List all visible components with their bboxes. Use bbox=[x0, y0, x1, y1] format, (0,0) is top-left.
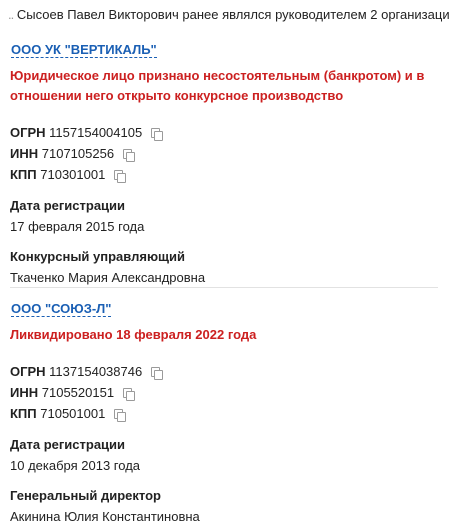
org-status: Ликвидировано 18 февраля 2022 года bbox=[10, 327, 257, 342]
ogrn-label: ОГРН bbox=[10, 125, 46, 140]
org-codes: ОГРН 1137154038746 ИНН 7105520151 КПП 71… bbox=[10, 361, 440, 424]
registration-date-label: Дата регистрации bbox=[10, 437, 126, 452]
org-divider bbox=[10, 287, 438, 288]
inn-value: 7105520151 bbox=[41, 385, 115, 400]
copy-icon[interactable] bbox=[122, 149, 135, 162]
kpp-value: 710301001 bbox=[40, 167, 106, 182]
copy-icon[interactable] bbox=[113, 409, 126, 422]
ogrn-label: ОГРН bbox=[10, 364, 46, 379]
org-name-link[interactable]: ООО "СОЮЗ-Л" bbox=[11, 301, 112, 317]
ogrn-row: ОГРН 1137154038746 bbox=[10, 361, 440, 382]
copy-icon[interactable] bbox=[122, 388, 135, 401]
org-name-link[interactable]: ООО УК "ВЕРТИКАЛЬ" bbox=[11, 42, 157, 58]
inn-row: ИНН 7105520151 bbox=[10, 382, 440, 403]
manager-name: Ткаченко Мария Александровна bbox=[10, 270, 206, 285]
ogrn-row: ОГРН 1157154004105 bbox=[10, 122, 440, 143]
inn-label: ИНН bbox=[10, 146, 39, 161]
org-codes: ОГРН 1157154004105 ИНН 7107105256 КПП 71… bbox=[10, 122, 440, 185]
inn-row: ИНН 7107105256 bbox=[10, 143, 440, 164]
ogrn-value: 1157154004105 bbox=[49, 125, 143, 140]
org-card-1: ООО УК "ВЕРТИКАЛЬ" Юридическое лицо приз… bbox=[10, 42, 440, 287]
inn-label: ИНН bbox=[10, 385, 39, 400]
kpp-row: КПП 710501001 bbox=[10, 403, 440, 424]
director-name: Акинина Юлия Константиновна bbox=[10, 509, 200, 524]
registration-date-value: 17 февраля 2015 года bbox=[10, 219, 145, 234]
kpp-label: КПП bbox=[10, 167, 37, 182]
org-card-2: ООО "СОЮЗ-Л" Ликвидировано 18 февраля 20… bbox=[10, 301, 440, 526]
copy-icon[interactable] bbox=[113, 170, 126, 183]
header-summary: .. Сысоев Павел Викторович ранее являлся… bbox=[8, 7, 450, 22]
ogrn-value: 1137154038746 bbox=[49, 364, 143, 379]
org-status: Юридическое лицо признано несостоятельны… bbox=[10, 68, 425, 103]
kpp-label: КПП bbox=[10, 406, 37, 421]
director-role-label: Генеральный директор bbox=[10, 488, 161, 503]
copy-icon[interactable] bbox=[150, 367, 163, 380]
kpp-row: КПП 710301001 bbox=[10, 164, 440, 185]
kpp-value: 710501001 bbox=[40, 406, 106, 421]
header-dots: .. bbox=[8, 7, 14, 22]
copy-icon[interactable] bbox=[150, 128, 163, 141]
manager-role-label: Конкурсный управляющий bbox=[10, 249, 185, 264]
header-text: Сысоев Павел Викторович ранее являлся ру… bbox=[16, 7, 450, 22]
inn-value: 7107105256 bbox=[41, 146, 115, 161]
registration-date-value: 10 декабря 2013 года bbox=[10, 458, 141, 473]
registration-date-label: Дата регистрации bbox=[10, 198, 126, 213]
